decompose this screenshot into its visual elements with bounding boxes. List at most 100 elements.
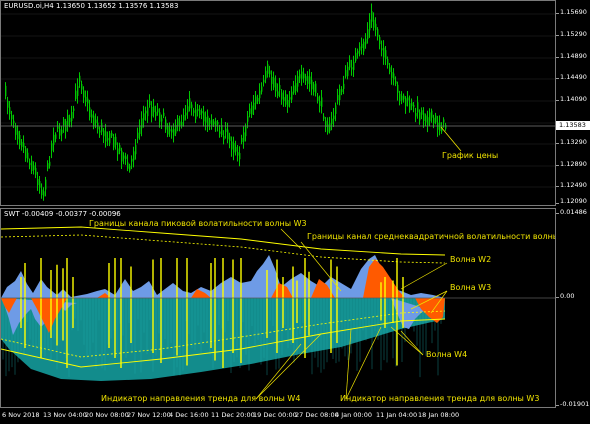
candle-body [397,84,399,93]
candle-body [5,85,7,97]
time-axis[interactable]: 6 Nov 2018 13 Nov 04:00 20 Nov 08:00 27 … [0,408,556,424]
candle-body [399,93,401,101]
candle-body [265,70,267,79]
time-tick: 4 Dec 16:00 [169,411,209,419]
candle-body [383,47,385,58]
price-chart-pane[interactable]: EURUSD.oi,H4 1.13650 1.13652 1.13576 1.1… [0,0,556,206]
candle-body [227,129,229,140]
candle-body [37,179,39,186]
candle-body [283,97,285,101]
annotation-rms-channel: Границы канал среднеквадратичной волатил… [307,232,556,241]
candle-body [33,165,35,170]
candle-body [423,113,425,122]
candle-body [431,110,433,118]
candle-body [159,112,161,122]
candle-body [401,95,403,101]
candle-body [233,143,235,153]
time-tick: 27 Nov 12:00 [127,411,171,419]
candle-body [347,66,349,77]
candle-body [287,100,289,107]
candle-body [329,123,331,131]
price-axis[interactable]: 1.15690 1.15290 1.14890 1.14490 1.14090 … [556,0,590,206]
candle-body [305,76,307,81]
price-tick: 1.12890 [560,160,587,168]
time-tick: 11 Jan 04:00 [376,411,418,419]
candle-body [13,120,15,124]
candle-body [261,86,263,92]
candle-body [229,136,231,141]
candle-body [439,122,441,132]
candle-body [63,118,65,126]
candle-body [213,121,215,125]
candle-body [169,129,171,132]
candle-body [385,50,387,59]
candle-body [131,158,133,162]
candle-body [413,104,415,108]
candle-body [345,70,347,77]
candle-body [195,109,197,120]
candle-body [361,43,363,49]
candle-body [409,103,411,111]
price-tick: 1.14090 [560,95,587,103]
time-tick: 19 Dec 00:00 [253,411,297,419]
candle-body [257,97,259,102]
candle-body [75,90,77,99]
candle-body [179,121,181,126]
candle-body [207,115,209,127]
candle-body [69,117,71,122]
candle-body [139,125,141,134]
candle-body [205,117,207,123]
time-tick: 13 Nov 04:00 [43,411,87,419]
candle-body [133,151,135,161]
price-chart-canvas[interactable] [1,1,556,206]
candle-body [71,112,73,121]
candle-body [357,50,359,54]
candle-body [311,79,313,90]
indicator-axis[interactable]: 0.01486 0.00 -0.01901 [556,208,590,408]
candle-body [61,129,63,134]
annotation-wave-w4: Волна W4 [426,350,468,359]
candle-body [57,126,59,129]
candle-body [123,155,125,159]
candle-body [359,46,361,51]
candle-body [319,101,321,106]
candle-body [429,112,431,122]
candle-body [49,161,51,166]
price-tick: 1.12090 [560,197,587,205]
candle-body [389,67,391,73]
candle-body [171,129,173,133]
candle-body [223,136,225,140]
candle-body [209,120,211,124]
candle-body [59,129,61,136]
candle-body [443,119,445,123]
candle-body [181,122,183,127]
candle-body [199,109,201,115]
time-tick: 20 Nov 08:00 [85,411,129,419]
candle-body [247,116,249,122]
candle-body [333,115,335,120]
candle-body [231,141,233,150]
candle-body [141,118,143,129]
candle-body [157,108,159,113]
candle-body [251,105,253,115]
candle-body [391,72,393,78]
candle-body [253,102,255,110]
candle-body [271,76,273,85]
candle-body [215,120,217,127]
indicator-pane[interactable]: SWT -0.00409 -0.00377 -0.00096 Границы к… [0,208,556,408]
candle-body [115,136,117,145]
candle-body [149,100,151,106]
time-tick: 18 Jan 08:00 [418,411,460,419]
candle-body [219,131,221,134]
price-tick: 1.12490 [560,181,587,189]
candle-body [107,138,109,141]
candle-body [387,59,389,65]
candle-body [363,41,365,52]
candle-body [415,113,417,117]
annotation-trend-w3: Индикатор направления тренда для волны W… [340,394,540,403]
candle-body [225,128,227,133]
candle-body [19,135,21,146]
candle-body [95,119,97,124]
candle-body [235,147,237,152]
candle-body [259,90,261,99]
